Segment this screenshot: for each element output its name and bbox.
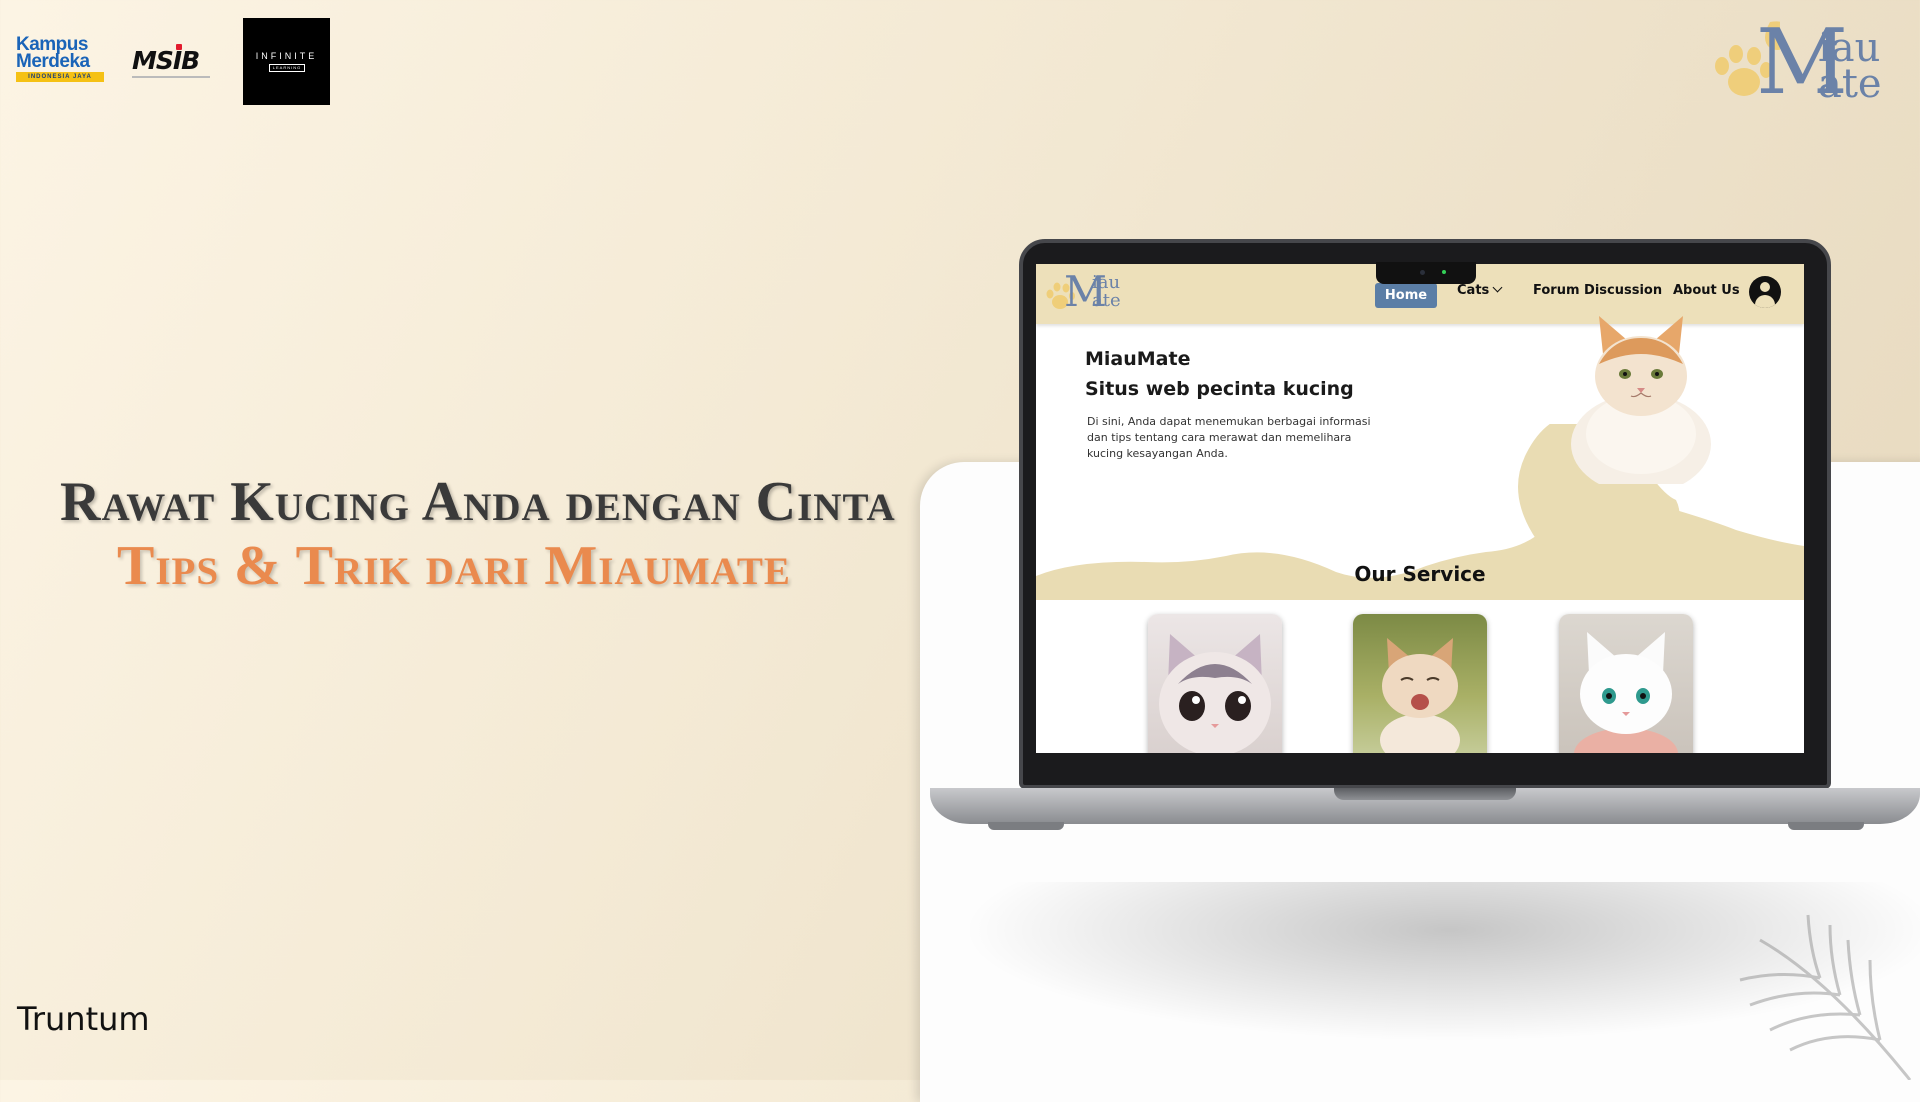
- hero-subtitle: Situs web pecinta kucing: [1085, 378, 1354, 400]
- headline-line2: Tips & Trik dari Miaumate: [117, 535, 791, 597]
- user-head: [1760, 282, 1770, 292]
- hero-cat-photo: [1571, 316, 1711, 484]
- chevron-down-icon: [1492, 282, 1503, 293]
- nav-cats-dropdown[interactable]: Cats: [1457, 282, 1503, 308]
- palm-leaf-decoration: [1739, 914, 1912, 1080]
- kampus-merdeka-line2: Merdeka: [16, 51, 90, 72]
- cat-photo: [1574, 632, 1678, 753]
- hero-description: Di sini, Anda dapat menemukan berbagai i…: [1087, 415, 1371, 460]
- service-card-1[interactable]: [1148, 614, 1282, 753]
- service-title: Our Service: [1354, 562, 1486, 586]
- kampus-merdeka-tagline: INDONESIA JAYA: [16, 72, 104, 82]
- user-account-icon[interactable]: [1749, 276, 1781, 308]
- headline-line1: Rawat Kucing Anda dengan Cinta: [60, 471, 896, 533]
- infinite-learning-logo: INFINITE LEARNING: [243, 18, 330, 105]
- cat-photo: [1380, 638, 1460, 753]
- miaumate-brand-logo: M iau ate: [1700, 14, 1882, 108]
- laptop-foot-left: [988, 822, 1064, 830]
- service-card-3[interactable]: [1559, 614, 1693, 753]
- brand-line2: ate: [1818, 61, 1882, 107]
- nav-home-button[interactable]: Home: [1375, 283, 1437, 308]
- font-caption: Truntum: [17, 1000, 150, 1038]
- msib-label: MSIB: [132, 46, 200, 75]
- kampus-merdeka-logo: Kampus Merdeka INDONESIA JAYA: [16, 35, 108, 84]
- camera-led-icon: [1442, 270, 1446, 274]
- cat-photo: [1159, 634, 1271, 753]
- laptop-base: [930, 788, 1920, 824]
- nav-cats-label: Cats: [1457, 283, 1490, 298]
- service-card-2[interactable]: [1353, 614, 1487, 753]
- user-body: [1755, 295, 1775, 308]
- laptop-groove: [1334, 788, 1516, 800]
- msib-dot-icon: [176, 44, 182, 50]
- laptop-foot-right: [1788, 822, 1864, 830]
- laptop-screen: M iau ate Home Cats Forum Discussion Abo…: [1036, 264, 1804, 753]
- laptop-notch: [1376, 262, 1476, 284]
- camera-icon: [1420, 270, 1425, 275]
- msib-logo: MSIB: [132, 44, 210, 78]
- site-logo[interactable]: M iau ate: [1042, 266, 1132, 318]
- infinite-subtitle: LEARNING: [269, 64, 305, 72]
- hero-title: MiauMate: [1085, 348, 1191, 370]
- msib-underline: [132, 76, 210, 78]
- infinite-title: INFINITE: [255, 51, 318, 61]
- site-logo-line2: ate: [1092, 290, 1121, 311]
